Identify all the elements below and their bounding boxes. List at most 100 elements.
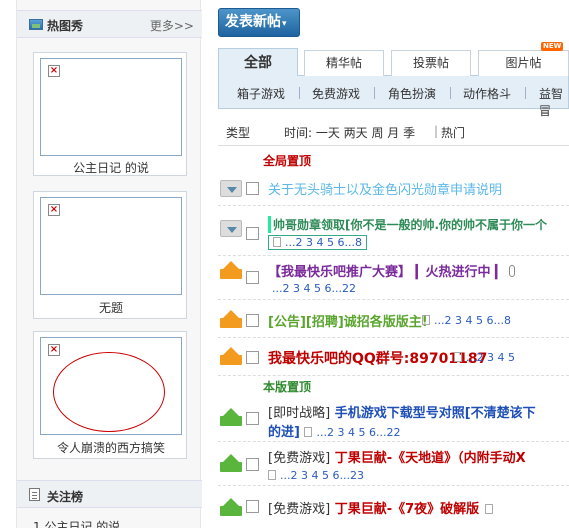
divider — [374, 87, 375, 99]
filter-divider: | — [434, 124, 439, 138]
thread-checkbox[interactable] — [246, 182, 259, 195]
pages-icon — [268, 470, 276, 480]
thread-title-text-2[interactable]: 的进] — [268, 425, 300, 440]
page-links[interactable]: ...2 3 4 5 — [454, 351, 515, 364]
thread-title-text[interactable]: [公告][招聘]诚招各版版主! — [268, 315, 428, 330]
thread-title[interactable]: [免费游戏] 丁果巨献-《7夜》破解版 — [268, 498, 497, 517]
hot-pics-header: 热图秀 更多>> — [17, 10, 202, 38]
folder-icon — [220, 220, 242, 237]
page-links[interactable]: ...2 3 4 5 6...23 — [268, 469, 364, 482]
focus-ranking-item[interactable]: 1 公主日记 的说 — [33, 518, 120, 528]
category-bar: 箱子游戏 免费游戏 角色扮演 动作格斗 益智冒 — [218, 76, 569, 118]
pinned-arrow-icon — [220, 454, 242, 472]
page-numbers[interactable]: ...2 3 4 5 6...22 — [316, 426, 400, 439]
pages-icon — [454, 352, 462, 362]
hot-pic-card[interactable]: × 无题 — [33, 191, 187, 319]
thread-checkbox[interactable] — [246, 351, 259, 364]
page-numbers[interactable]: ...2 3 4 5 6...8 — [434, 314, 511, 327]
thread-tag[interactable]: [即时战略] — [268, 406, 330, 421]
pages-icon — [304, 427, 313, 437]
thread-title-text[interactable]: 【我最快乐吧推广大赛】 ▎火热进行中 ▎ — [268, 265, 505, 280]
page-numbers[interactable]: ...2 3 4 5 6...8 — [285, 236, 362, 249]
type-filter[interactable]: 类型 — [226, 124, 250, 141]
thread-checkbox[interactable] — [246, 412, 259, 425]
page-links[interactable]: ...2 3 4 5 6...22 — [304, 426, 400, 439]
hot-pic-card[interactable]: × 公主日记 的说 — [33, 52, 187, 176]
thread-checkbox[interactable] — [246, 271, 259, 284]
page-numbers[interactable]: ...2 3 4 5 6...22 — [272, 282, 356, 295]
tab-image[interactable]: 图片帖 — [478, 50, 569, 76]
folder-icon — [220, 180, 242, 197]
board-pinned-section: 本版置顶 — [263, 380, 312, 394]
thread-checkbox[interactable] — [246, 458, 259, 471]
card-caption[interactable]: 无题 — [34, 299, 188, 316]
category-puzzle[interactable]: 益智冒 — [539, 85, 568, 119]
thread-row[interactable]: 帅哥勋章领取[你不是一般的帅.你的帅不属于你一个 ...2 3 4 5 6...… — [218, 206, 569, 256]
thread-title[interactable]: 【我最快乐吧推广大赛】 ▎火热进行中 ▎ — [268, 261, 519, 280]
more-link[interactable]: 更多>> — [150, 17, 194, 34]
broken-image-icon: × — [48, 344, 60, 356]
filter-bar: 类型 时间: 一天 两天 周 月 季 | 热门 — [218, 117, 569, 146]
page-numbers[interactable]: ...2 3 4 5 6...23 — [280, 469, 364, 482]
thread-row[interactable]: [公告][招聘]诚招各版版主! ...2 3 4 5 6...8 — [218, 300, 569, 338]
broken-image-icon: × — [48, 65, 60, 77]
thread-title-text[interactable]: 丁果巨献-《天地道》（内附手动X — [335, 451, 526, 466]
thread-title[interactable]: [公告][招聘]诚招各版版主! — [268, 311, 428, 330]
category-rpg[interactable]: 角色扮演 — [388, 85, 436, 102]
thread-title[interactable]: 帅哥勋章领取[你不是一般的帅.你的帅不属于你一个 — [268, 216, 569, 233]
global-pinned-section: 全局置顶 — [263, 154, 312, 168]
thread-row[interactable]: [即时战略] 手机游戏下载型号对照[不清楚该下 的进] ...2 3 4 5 6… — [218, 396, 569, 442]
hot-pic-card[interactable]: × 令人崩溃的西方搞笑 — [33, 331, 187, 459]
thread-title[interactable]: [即时战略] 手机游戏下载型号对照[不清楚该下 — [268, 402, 536, 421]
page-links[interactable]: ...2 3 4 5 6...8 — [268, 235, 367, 250]
chevron-down-icon: ▾ — [282, 19, 287, 29]
category-box-games[interactable]: 箱子游戏 — [237, 85, 285, 102]
thread-title-cont[interactable]: 的进] ...2 3 4 5 6...22 — [268, 421, 400, 440]
focus-ranking-header: 关注榜 — [17, 480, 202, 508]
thread-title-text[interactable]: 丁果巨献-《7夜》破解版 — [335, 502, 479, 517]
thread-row[interactable]: [免费游戏] 丁果巨献-《天地道》（内附手动X ...2 3 4 5 6...2… — [218, 442, 569, 486]
tab-all[interactable]: 全部 — [218, 48, 298, 77]
thread-row[interactable]: 我最快乐吧的QQ群号:89701187 ...2 3 4 5 — [218, 338, 569, 376]
thread-tag[interactable]: [免费游戏] — [268, 451, 330, 466]
picture-icon — [29, 19, 43, 30]
page-links[interactable]: ...2 3 4 5 6...8 — [422, 314, 511, 327]
pages-icon — [422, 315, 430, 325]
page-numbers[interactable]: ...2 3 4 5 — [466, 351, 515, 364]
document-icon — [29, 488, 40, 501]
thread-tabs: 全部 精华帖 投票帖 图片帖 — [218, 48, 569, 77]
thread-checkbox[interactable] — [246, 314, 259, 327]
thread-row[interactable]: [免费游戏] 丁果巨献-《7夜》破解版 — [218, 486, 569, 528]
thread-checkbox[interactable] — [246, 500, 259, 513]
thread-title[interactable]: 关于无头骑士以及金色闪光勋章申请说明 — [268, 179, 502, 198]
new-post-button[interactable]: 发表新帖▾ — [218, 8, 300, 37]
hot-pics-title: 热图秀 — [47, 19, 84, 33]
card-caption[interactable]: 公主日记 的说 — [34, 159, 188, 176]
hot-filter[interactable]: 热门 — [441, 124, 465, 141]
pinned-arrow-icon — [220, 310, 242, 328]
pinned-arrow-icon — [220, 347, 242, 365]
tab-featured[interactable]: 精华帖 — [304, 50, 384, 76]
pages-icon — [273, 237, 281, 247]
attachment-icon — [509, 265, 516, 277]
thread-row[interactable]: 【我最快乐吧推广大赛】 ▎火热进行中 ▎ ...2 3 4 5 6...22 — [218, 256, 569, 300]
time-filter[interactable]: 时间: 一天 两天 周 月 季 — [284, 124, 415, 141]
thumbnail-image[interactable]: × — [40, 337, 182, 435]
new-post-label: 发表新帖 — [225, 14, 281, 30]
thread-tag[interactable]: [免费游戏] — [268, 502, 330, 517]
pinned-arrow-icon — [220, 498, 242, 516]
thumbnail-image[interactable]: × — [40, 58, 182, 156]
thumbnail-image[interactable]: × — [40, 197, 182, 295]
category-free-games[interactable]: 免费游戏 — [312, 85, 360, 102]
tab-poll[interactable]: 投票帖 — [391, 50, 471, 76]
sidebar: 热图秀 更多>> × 公主日记 的说 × 无题 × 令人崩溃的西方搞笑 关注榜 — [16, 0, 202, 528]
thread-title[interactable]: [免费游戏] 丁果巨献-《天地道》（内附手动X — [268, 447, 526, 466]
thread-title-text[interactable]: 手机游戏下载型号对照[不清楚该下 — [335, 406, 536, 421]
thread-list-panel: 发表新帖▾ 全部 精华帖 投票帖 图片帖 NEW 箱子游戏 免费游戏 角色扮演 … — [218, 0, 569, 528]
thread-row[interactable]: 关于无头骑士以及金色闪光勋章申请说明 — [218, 170, 569, 206]
pages-icon — [485, 504, 494, 514]
category-action[interactable]: 动作格斗 — [463, 85, 511, 102]
new-badge: NEW — [541, 42, 564, 51]
thread-checkbox[interactable] — [246, 227, 259, 240]
card-caption[interactable]: 令人崩溃的西方搞笑 — [34, 439, 188, 456]
